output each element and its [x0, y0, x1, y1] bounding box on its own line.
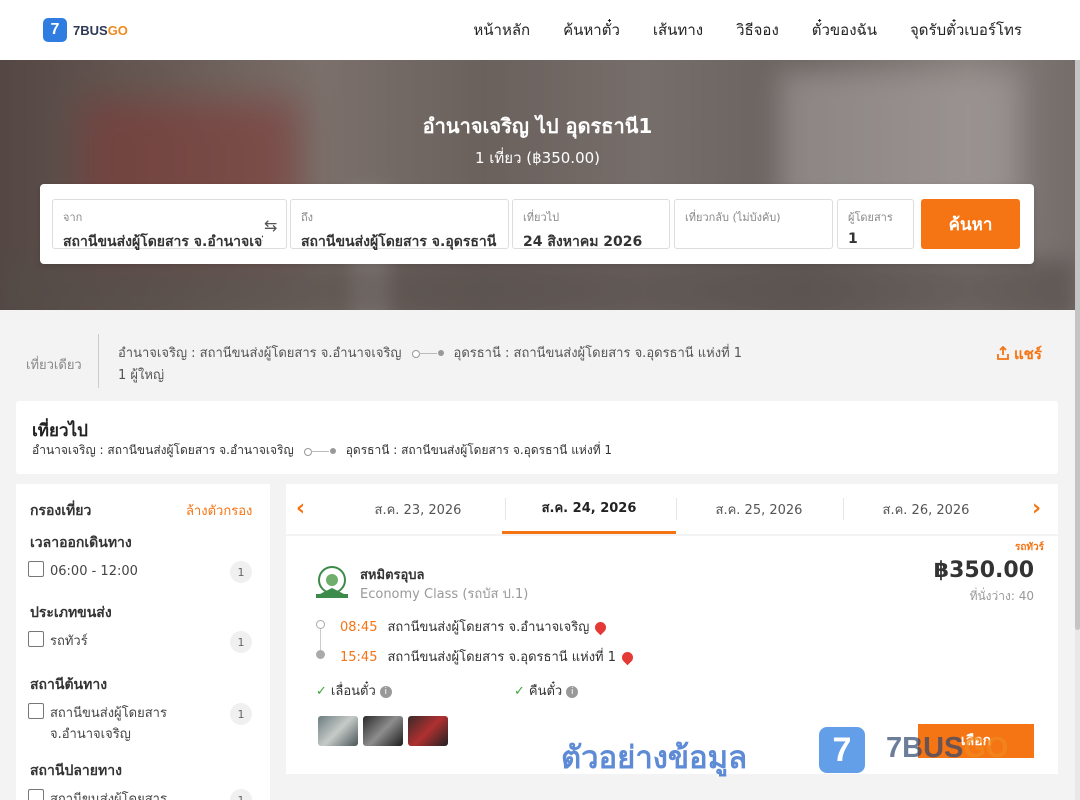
prev-date-icon[interactable]: ‹ — [296, 496, 305, 521]
count-badge: 1 — [230, 703, 252, 725]
filter-option-origin[interactable]: สถานีขนส่งผู้โดยสาร จ.อำนาจเจริญ 1 — [28, 703, 254, 747]
count-badge: 1 — [230, 631, 252, 653]
passenger-field[interactable]: ผู้โดยสาร 1 — [837, 199, 914, 249]
depart-stop: 08:45 สถานีขนส่งผู้โดยสาร จ.อำนาจเจริญ — [340, 616, 609, 637]
brand-logo[interactable]: 7 7BUSGO — [43, 18, 128, 42]
outbound-route: อำนาจเจริญ : สถานีขนส่งผู้โดยสาร จ.อำนาจ… — [32, 443, 613, 457]
nav-search-tickets[interactable]: ค้นหาตั๋ว — [563, 18, 620, 42]
nav-pickup-points[interactable]: จุดรับตั๋วเบอร์โทร — [910, 18, 1022, 42]
filter-title: กรองเที่ยว — [30, 503, 92, 519]
passenger-summary: 1 ผู้ใหญ่ — [118, 368, 165, 383]
page-scrollbar[interactable] — [1075, 0, 1080, 800]
operator-name: สหมิตรอุบล — [360, 568, 425, 583]
feature-reschedule: ✓ เลื่อนตั๋ว i — [316, 680, 392, 701]
next-date-icon[interactable]: › — [1032, 496, 1041, 521]
ticket-price: ฿350.00 — [933, 558, 1034, 583]
filter-section-title: สถานีต้นทาง — [30, 677, 108, 693]
main-nav: หน้าหลัก ค้นหาตั๋ว เส้นทาง วิธีจอง ตั๋วข… — [440, 0, 1022, 60]
search-form: จาก สถานีขนส่งผู้โดยสาร จ.อำนาจเจริญ ⇆ ถ… — [40, 184, 1034, 264]
search-button[interactable]: ค้นหา — [921, 199, 1020, 249]
checkbox[interactable] — [28, 561, 44, 577]
operator-logo-icon — [316, 566, 348, 598]
check-icon: ✓ — [514, 684, 525, 699]
watermark-brand: 7BUSGO — [886, 732, 1009, 764]
date-tab[interactable]: ส.ค. 26, 2026 — [839, 484, 1013, 534]
from-field[interactable]: จาก สถานีขนส่งผู้โดยสาร จ.อำนาจเจริญ — [52, 199, 287, 250]
hero-banner: อำนาจเจริญ ไป อุดรธานี1 1 เที่ยว (฿350.0… — [0, 60, 1075, 310]
filter-panel: กรองเที่ยว ล้างตัวกรอง เวลาออกเดินทาง 06… — [16, 484, 270, 800]
arrive-stop: 15:45 สถานีขนส่งผู้โดยสาร จ.อุดรธานี แห่ง… — [340, 646, 636, 667]
checkbox[interactable] — [28, 703, 44, 719]
logo-badge: 7 — [43, 18, 67, 42]
route-dots-icon — [411, 348, 444, 358]
filter-section-title: ประเภทขนส่ง — [30, 605, 112, 621]
bus-photo-thumb[interactable] — [408, 716, 448, 746]
share-button[interactable]: แชร์ — [996, 342, 1042, 366]
bus-class: Economy Class (รถบัส ป.1) — [360, 587, 529, 602]
checkbox[interactable] — [28, 789, 44, 800]
hero-title: อำนาจเจริญ ไป อุดรธานี1 — [422, 114, 653, 138]
seats-available: ที่นั่งว่าง: 40 — [969, 589, 1034, 603]
info-icon[interactable]: i — [566, 685, 579, 698]
bus-photo-thumb[interactable] — [363, 716, 403, 746]
checkbox[interactable] — [28, 631, 44, 647]
bus-photos — [318, 716, 448, 746]
outbound-card: เที่ยวไป อำนาจเจริญ : สถานีขนส่งผู้โดยสา… — [16, 401, 1058, 474]
map-pin-icon[interactable] — [593, 619, 609, 636]
date-tabs: ‹ ส.ค. 23, 2026 ส.ค. 24, 2026 ส.ค. 25, 2… — [286, 484, 1058, 534]
nav-how-to-book[interactable]: วิธีจอง — [736, 18, 779, 42]
nav-home[interactable]: หน้าหลัก — [473, 18, 530, 42]
filter-section-title: เวลาออกเดินทาง — [30, 535, 132, 551]
depart-date-field[interactable]: เที่ยวไป 24 สิงหาคม 2026 — [512, 199, 670, 250]
trip-type: เที่ยวเดียว — [26, 358, 82, 373]
swap-icon[interactable]: ⇆ — [264, 216, 277, 235]
nav-routes[interactable]: เส้นทาง — [653, 18, 703, 42]
bus-photo-thumb[interactable] — [318, 716, 358, 746]
clear-filters-link[interactable]: ล้างตัวกรอง — [186, 500, 252, 521]
logo-text: 7BUSGO — [73, 22, 128, 38]
hero-subtitle: 1 เที่ยว (฿350.00) — [474, 149, 601, 167]
return-date-field[interactable]: เที่ยวกลับ (ไม่บังคับ) — [674, 199, 833, 249]
outbound-title: เที่ยวไป — [32, 421, 88, 441]
check-icon: ✓ — [316, 684, 327, 699]
filter-section-title: สถานีปลายทาง — [30, 763, 122, 779]
top-header: 7 7BUSGO หน้าหลัก ค้นหาตั๋ว เส้นทาง วิธี… — [0, 0, 1080, 60]
date-tab-active[interactable]: ส.ค. 24, 2026 — [502, 484, 676, 534]
trip-route: อำนาจเจริญ : สถานีขนส่งผู้โดยสาร จ.อำนาจ… — [118, 346, 743, 361]
date-tab[interactable]: ส.ค. 23, 2026 — [331, 484, 505, 534]
map-pin-icon[interactable] — [619, 649, 636, 666]
count-badge: 1 — [230, 561, 252, 583]
vehicle-type-tag: รถทัวร์ — [1014, 542, 1044, 553]
feature-refund: ✓ คืนตั๋ว i — [514, 680, 579, 701]
count-badge: 1 — [230, 789, 252, 800]
nav-my-tickets[interactable]: ตั๋วของฉัน — [812, 18, 877, 42]
date-tab[interactable]: ส.ค. 25, 2026 — [672, 484, 846, 534]
watermark-logo: 7 — [819, 727, 865, 773]
route-dots-icon — [303, 446, 336, 456]
to-field[interactable]: ถึง สถานีขนส่งผู้โดยสาร จ.อุดรธานี — [290, 199, 509, 250]
sample-data-watermark: ตัวอย่างข้อมูล — [561, 740, 748, 776]
trip-summary: เที่ยวเดียว อำนาจเจริญ : สถานีขนส่งผู้โด… — [0, 310, 1075, 395]
info-icon[interactable]: i — [379, 685, 392, 698]
share-icon — [997, 345, 1009, 360]
